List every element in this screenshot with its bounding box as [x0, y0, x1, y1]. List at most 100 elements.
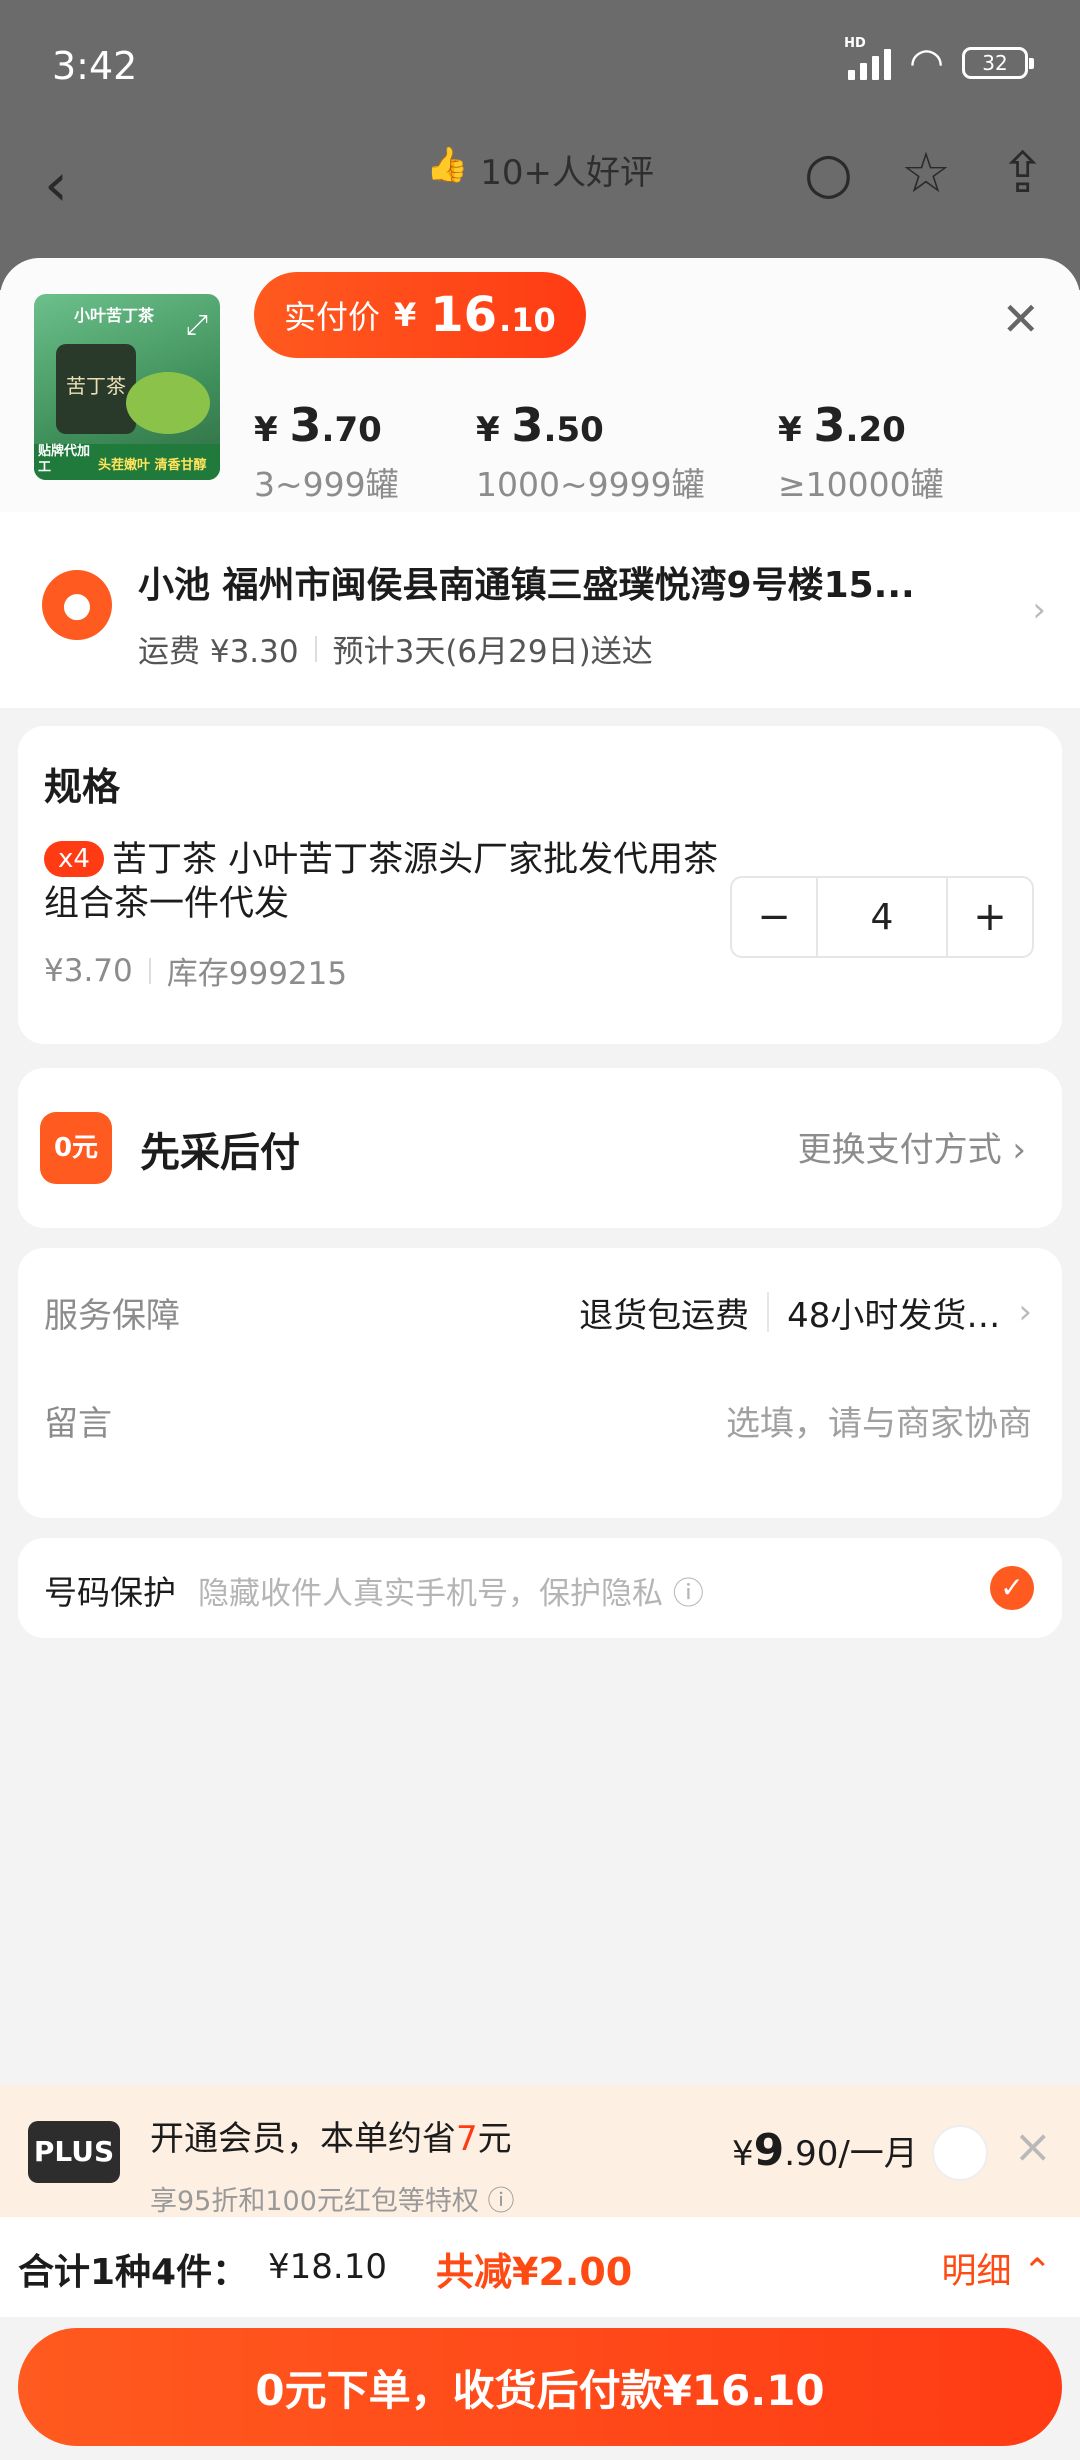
price-tier: ¥ 3.70 3~999罐 — [254, 398, 399, 506]
message-row[interactable]: 留言 选填，请与商家协商 — [44, 1380, 1032, 1460]
divider — [148, 957, 151, 984]
spec-meta: ¥3.70 库存999215 — [44, 948, 347, 993]
tier-price-integer: 3 — [511, 398, 544, 452]
quantity-badge: x4 — [44, 841, 104, 877]
delivery-estimate: 预计3天(6月29日)送达 — [332, 634, 653, 670]
plus-offer: 开通会员，本单约省7元 — [150, 2111, 512, 2160]
signal-type-label: HD — [844, 36, 866, 51]
checkmark-icon[interactable]: ✓ — [990, 1566, 1034, 1610]
actual-price-pill: 实付价 ¥ 16 .10 — [254, 272, 586, 358]
plus-membership-banner: PLUS 开通会员，本单约省7元 享95折和100元红包等特权 ⓘ ¥9.90/… — [0, 2085, 1080, 2217]
top-navigation: ‹ 👍 10+人好评 ○ ☆ ⇪ — [0, 135, 1080, 255]
pay-later-icon: 0元 — [40, 1112, 112, 1184]
spec-card: 规格 x4 苦丁茶 小叶苦丁茶源头厂家批发代用茶组合茶一件代发 ¥3.70 库存9… — [18, 726, 1062, 1044]
signal-icon: HD — [844, 36, 892, 80]
share-icon[interactable]: ⇪ — [999, 141, 1046, 206]
total-amount: ¥18.10 — [268, 2247, 387, 2287]
review-count: 10+人好评 — [480, 153, 655, 193]
service-guarantee-row[interactable]: 服务保障 退货包运费 48小时发货… › — [44, 1272, 1032, 1352]
order-total-bar: 合计1种4件： ¥18.10 共减¥2.00 明细 ⌃ — [0, 2217, 1080, 2317]
top-actions: ○ ☆ ⇪ — [804, 141, 1046, 206]
search-icon[interactable]: ○ — [804, 141, 853, 206]
close-icon[interactable]: ✕ — [1001, 292, 1040, 346]
tea-leaf-image — [126, 372, 210, 434]
spec-stock: 库存999215 — [166, 956, 348, 992]
address-text: 小池 福州市闽侯县南通镇三盛璞悦湾9号楼15... — [138, 565, 915, 606]
tier-range: 1000~9999罐 — [476, 465, 705, 504]
freight-fee: 运费 ¥3.30 — [138, 634, 299, 670]
tier-price: ¥ 3.70 — [254, 398, 399, 452]
spec-unit-price: ¥3.70 — [44, 952, 133, 989]
jar-image: 苦丁茶 — [56, 344, 136, 434]
number-protection-label: 号码保护 — [44, 1573, 176, 1612]
message-label: 留言 — [44, 1403, 112, 1444]
return-shipping-value: 退货包运费 — [579, 1295, 750, 1336]
change-payment-link[interactable]: 更换支付方式 › — [798, 1122, 1026, 1171]
location-pin-icon: ● — [42, 570, 112, 640]
tier-price: ¥ 3.50 — [476, 398, 705, 452]
product-thumbnail[interactable]: 小叶苦丁茶 ⤢ 苦丁茶 头茬嫩叶 清香甘醇 贴牌代加工 — [34, 294, 220, 480]
chevron-right-icon: › — [1032, 590, 1046, 630]
tier-currency: ¥ — [254, 410, 278, 450]
number-protection-hint[interactable]: 隐藏收件人真实手机号，保护隐私 ⓘ — [198, 1568, 704, 1613]
service-guarantee-label: 服务保障 — [44, 1295, 180, 1336]
tier-currency: ¥ — [778, 410, 802, 450]
status-icons: HD ◠ 32 — [844, 36, 1034, 86]
service-guarantee-values: 退货包运费 48小时发货… › — [579, 1288, 1032, 1337]
plus-price-currency: ¥ — [732, 2134, 754, 2174]
spec-title: 规格 — [44, 765, 121, 809]
thumbnail-caption: 小叶苦丁茶 — [74, 306, 155, 325]
plus-benefits: 享95折和100元红包等特权 ⓘ — [150, 2186, 515, 2213]
actual-price-label: 实付价 — [284, 298, 381, 336]
detail-toggle[interactable]: 明细 ⌃ — [942, 2243, 1052, 2294]
plus-price-integer: 9 — [753, 2125, 785, 2176]
tier-price-decimal: .50 — [543, 410, 604, 450]
actual-price-decimal: .10 — [499, 301, 556, 339]
quantity-stepper: − 4 + — [730, 876, 1034, 958]
divider — [767, 1292, 770, 1332]
actual-price-currency: ¥ — [394, 296, 417, 334]
message-input[interactable]: 选填，请与商家协商 — [726, 1396, 1032, 1445]
tier-range: ≥10000罐 — [778, 465, 944, 504]
thumbnail-band-text: 头茬嫩叶 清香甘醇 — [98, 458, 207, 473]
thumbnail-corner-label: 贴牌代加工 — [38, 444, 91, 475]
tier-price-decimal: .70 — [321, 410, 382, 450]
payment-method-label: 先采后付 — [140, 1130, 300, 1176]
plus-logo: PLUS — [28, 2121, 120, 2183]
star-icon[interactable]: ☆ — [901, 141, 951, 206]
status-bar: 3:42 HD ◠ 32 — [0, 0, 1080, 135]
increment-button[interactable]: + — [948, 878, 1032, 956]
plus-price: ¥9.90/一月 — [732, 2125, 918, 2176]
shipping-info: 运费 ¥3.30 预计3天(6月29日)送达 — [138, 626, 653, 671]
battery-level: 32 — [982, 51, 1008, 75]
spec-item-name: 苦丁茶 小叶苦丁茶源头厂家批发代用茶组合茶一件代发 — [44, 840, 719, 924]
payment-method[interactable]: 0元 先采后付 更换支付方式 › — [18, 1068, 1062, 1228]
shipping-address[interactable]: ● 小池 福州市闽侯县南通镇三盛璞悦湾9号楼15... 运费 ¥3.30 预计3… — [0, 512, 1080, 708]
divider — [314, 635, 317, 662]
expand-icon[interactable]: ⤢ — [186, 308, 208, 342]
total-label: 合计1种4件： — [18, 2252, 249, 2293]
tier-price: ¥ 3.20 — [778, 398, 944, 452]
close-icon[interactable]: × — [1013, 2119, 1052, 2173]
plus-select-radio[interactable] — [932, 2125, 988, 2181]
product-header: 小叶苦丁茶 ⤢ 苦丁茶 头茬嫩叶 清香甘醇 贴牌代加工 实付价 ¥ 16 .10… — [0, 258, 1080, 512]
chevron-right-icon: › — [1018, 1292, 1032, 1332]
tier-currency: ¥ — [476, 410, 500, 450]
price-tier: ¥ 3.50 1000~9999罐 — [476, 398, 705, 506]
plus-offer-amount: 7 — [456, 2119, 478, 2159]
tier-price-integer: 3 — [289, 398, 322, 452]
plus-price-suffix: .90/一月 — [784, 2134, 918, 2174]
price-tier: ¥ 3.20 ≥10000罐 — [778, 398, 944, 506]
service-card: 服务保障 退货包运费 48小时发货… › 留言 选填，请与商家协商 — [18, 1248, 1062, 1518]
plus-offer-prefix: 开通会员，本单约省 — [150, 2119, 456, 2159]
spec-item[interactable]: x4 苦丁茶 小叶苦丁茶源头厂家批发代用茶组合茶一件代发 — [44, 838, 724, 926]
status-time: 3:42 — [52, 44, 138, 88]
decrement-button[interactable]: − — [732, 878, 816, 956]
jar-label: 苦丁茶 — [66, 374, 126, 398]
wifi-icon: ◠ — [909, 40, 944, 86]
quantity-input[interactable]: 4 — [816, 878, 948, 956]
place-order-button[interactable]: 0元下单，收货后付款¥16.10 — [18, 2328, 1062, 2446]
total-discount: 共减¥2.00 — [436, 2250, 633, 2294]
number-protection: 号码保护 隐藏收件人真实手机号，保护隐私 ⓘ ✓ — [18, 1538, 1062, 1638]
thumbs-up-icon: 👍 — [425, 145, 469, 185]
